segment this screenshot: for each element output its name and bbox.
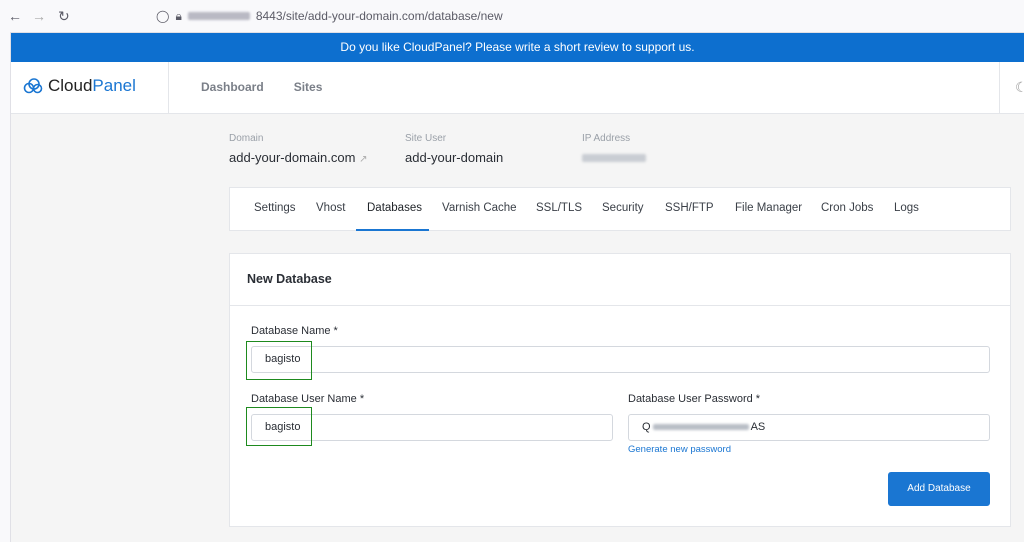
tab-varnish-cache[interactable]: Varnish Cache bbox=[442, 202, 517, 214]
highlight-box bbox=[246, 407, 312, 446]
db-password-label: Database User Password * bbox=[628, 393, 761, 405]
logo[interactable]: CloudPanel bbox=[23, 76, 136, 96]
browser-sidebar-strip bbox=[0, 32, 11, 542]
tab-security[interactable]: Security bbox=[602, 202, 644, 214]
moon-icon[interactable]: ☾ bbox=[1015, 79, 1024, 96]
cloud-logo-icon bbox=[23, 78, 43, 94]
arrow-left-icon[interactable]: ← bbox=[8, 8, 22, 24]
divider bbox=[999, 62, 1000, 113]
url-text: 8443/site/add-your-domain.com/database/n… bbox=[255, 9, 503, 23]
nav-dashboard[interactable]: Dashboard bbox=[201, 80, 264, 94]
logo-text-panel: Panel bbox=[92, 76, 136, 95]
tab-databases[interactable]: Databases bbox=[367, 202, 422, 214]
browser-toolbar: ← → ↻ ◯ 🔒︎ 8443/site/add-your-domain.com… bbox=[0, 0, 1024, 33]
reload-icon[interactable]: ↻ bbox=[58, 8, 70, 25]
domain-value[interactable]: add-your-domain.com ↗ bbox=[229, 150, 367, 165]
lock-icon: 🔒︎ bbox=[175, 8, 182, 23]
db-user-label: Database User Name * bbox=[251, 393, 365, 405]
redacted-ip bbox=[582, 154, 646, 162]
ip-label: IP Address bbox=[582, 133, 631, 144]
tab-logs[interactable]: Logs bbox=[894, 202, 919, 214]
nav-sites[interactable]: Sites bbox=[294, 80, 323, 94]
shield-icon: ◯ bbox=[156, 9, 170, 23]
ip-value bbox=[582, 150, 646, 165]
external-link-icon[interactable]: ↗ bbox=[359, 154, 367, 165]
tab-vhost[interactable]: Vhost bbox=[316, 202, 345, 214]
card-title: New Database bbox=[247, 272, 332, 286]
domain-label: Domain bbox=[229, 133, 264, 144]
top-nav: CloudPanel Dashboard Sites ☾ bbox=[11, 62, 1024, 114]
arrow-right-icon[interactable]: → bbox=[32, 8, 46, 24]
logo-text-cloud: Cloud bbox=[48, 76, 93, 95]
tab-ssh-ftp[interactable]: SSH/FTP bbox=[665, 202, 714, 214]
db-password-input[interactable]: Q AS bbox=[628, 414, 990, 441]
active-tab-indicator bbox=[356, 229, 429, 231]
tab-cron-jobs[interactable]: Cron Jobs bbox=[821, 202, 873, 214]
divider bbox=[168, 62, 169, 113]
generate-password-link[interactable]: Generate new password bbox=[628, 444, 731, 455]
address-bar[interactable]: ◯ 🔒︎ 8443/site/add-your-domain.com/datab… bbox=[156, 6, 503, 26]
db-name-input[interactable]: bagisto bbox=[251, 346, 990, 373]
review-banner[interactable]: Do you like CloudPanel? Please write a s… bbox=[11, 33, 1024, 62]
highlight-box bbox=[246, 341, 312, 380]
card-header: New Database bbox=[230, 254, 1010, 306]
tab-settings[interactable]: Settings bbox=[254, 202, 296, 214]
add-database-button[interactable]: Add Database bbox=[888, 472, 990, 506]
site-user-value: add-your-domain bbox=[405, 150, 504, 165]
tab-ssl-tls[interactable]: SSL/TLS bbox=[536, 202, 582, 214]
site-user-label: Site User bbox=[405, 133, 447, 144]
redacted-host bbox=[187, 12, 250, 20]
redacted-password bbox=[652, 424, 749, 431]
db-name-label: Database Name * bbox=[251, 325, 338, 337]
tab-file-manager[interactable]: File Manager bbox=[735, 202, 802, 214]
